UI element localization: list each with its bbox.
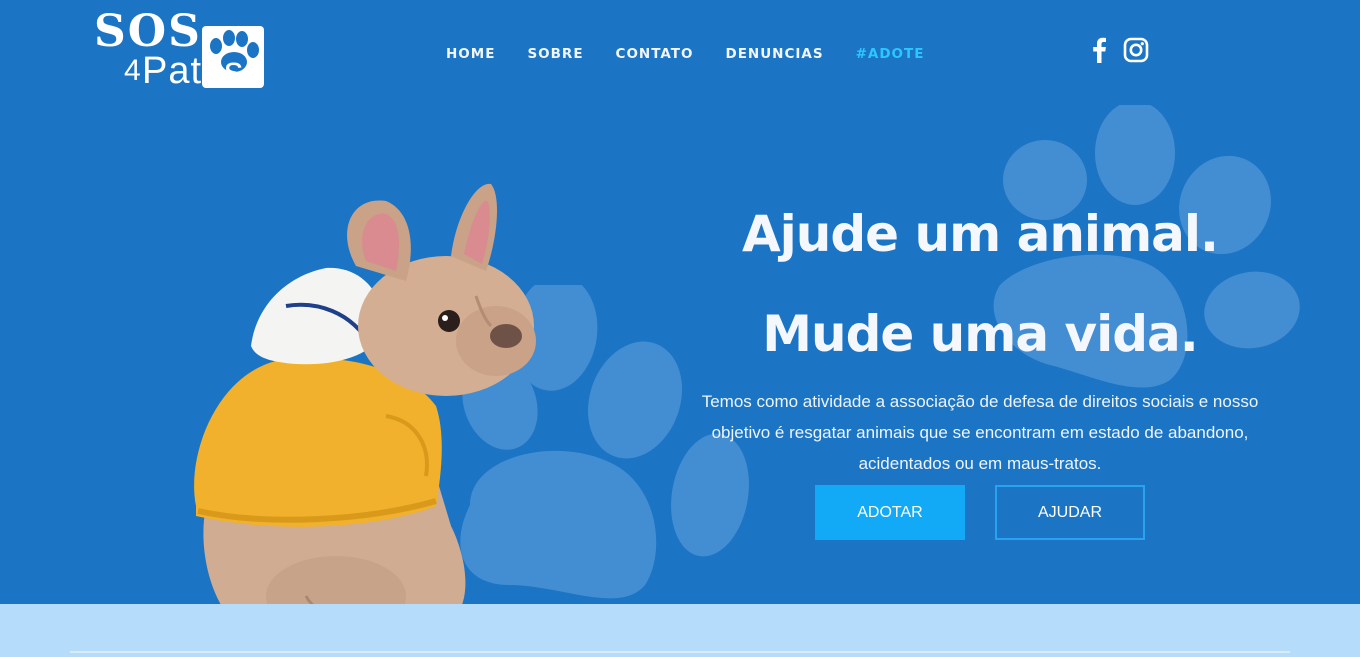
logo-patas-text: Patas [142,50,245,92]
nav-denuncias[interactable]: DENUNCIAS [725,44,823,64]
headline-line-1: Ajude um animal. [741,205,1219,263]
nav-sobre[interactable]: SOBRE [527,44,583,64]
nav-home[interactable]: HOME [446,44,495,64]
facebook-icon[interactable] [1089,37,1109,68]
social-links [1089,37,1149,68]
nav-adote[interactable]: #ADOTE [856,44,925,64]
headline-line-2: Mude uma vida. [762,305,1199,363]
instagram-icon[interactable] [1123,37,1149,68]
adotar-button[interactable]: ADOTAR [815,485,965,540]
main-nav: HOME SOBRE CONTATO DENUNCIAS #ADOTE [446,44,956,64]
bottom-divider [70,651,1290,653]
nav-contato[interactable]: CONTATO [616,44,694,64]
brand-logo[interactable]: SOS 4 Patas [92,6,267,92]
hero-headline: Ajude um animal. Mude uma vida. [700,200,1260,368]
ajudar-button[interactable]: AJUDAR [995,485,1145,540]
bottom-band [0,604,1360,657]
hero-description: Temos como atividade a associação de def… [701,392,1259,473]
logo-four-text: 4 [124,54,141,87]
dog-image [194,183,536,641]
